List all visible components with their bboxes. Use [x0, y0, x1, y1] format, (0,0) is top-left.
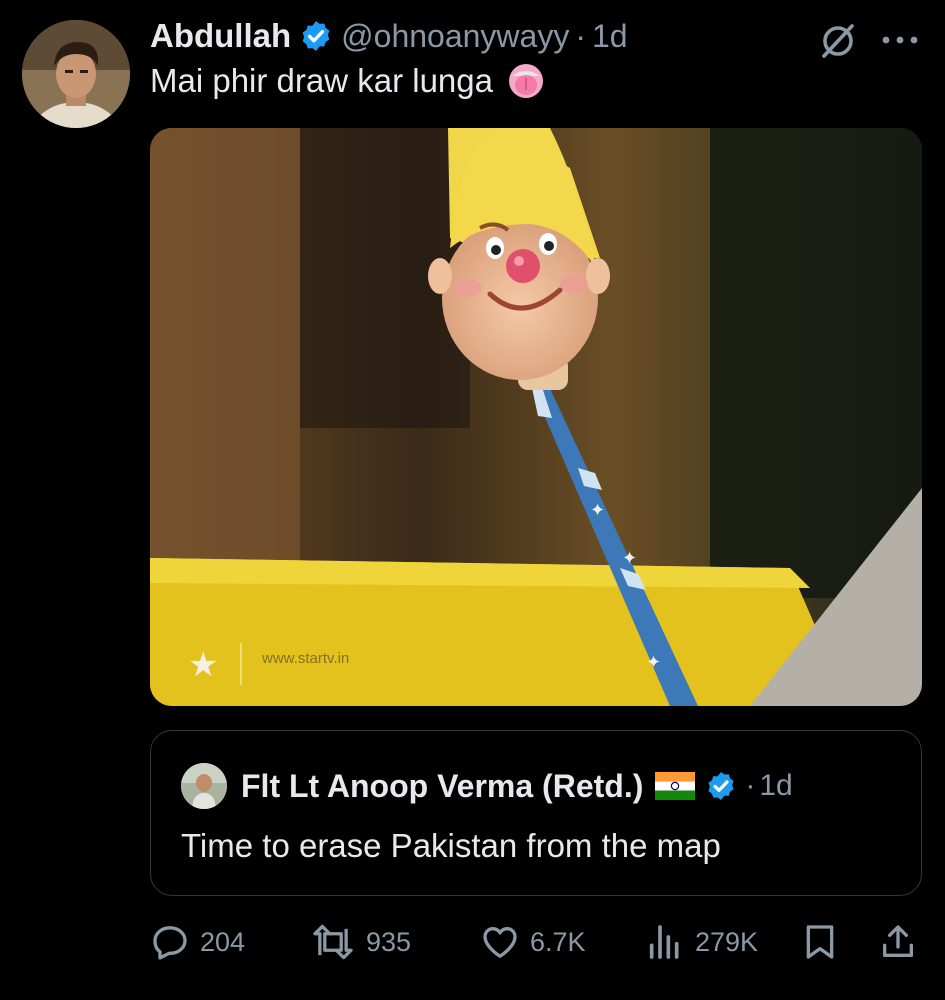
like-icon: [483, 927, 517, 958]
verified-badge-icon: [705, 770, 737, 802]
author-name[interactable]: Abdullah: [150, 17, 291, 55]
reply-count: 204: [200, 926, 246, 957]
reply-button[interactable]: 204: [150, 918, 245, 966]
india-flag-icon: [655, 772, 696, 800]
avatar[interactable]: [22, 20, 130, 128]
svg-text:★: ★: [188, 645, 218, 685]
media-image: ✦ ✦ ✦ ★: [150, 128, 922, 706]
separator-dot: ·: [575, 17, 586, 54]
svg-text:✦: ✦: [590, 500, 605, 521]
more-icon[interactable]: [880, 28, 920, 52]
tongue-emoji-icon: [507, 62, 545, 100]
quoted-tweet-text: Time to erase Pakistan from the map: [181, 827, 721, 864]
repost-icon: [313, 924, 353, 960]
author-handle[interactable]: @ohnoanywayy: [341, 18, 569, 55]
views-button[interactable]: 279K: [645, 918, 758, 966]
quoted-tweet-header: Flt Lt Anoop Verma (Retd.) · 1d: [181, 763, 793, 809]
views-count: 279K: [695, 926, 759, 957]
svg-text:✦: ✦: [622, 548, 637, 569]
tweet: Abdullah @ohnoanywayy · 1d Mai phir draw…: [0, 0, 945, 1000]
verified-badge-icon: [299, 19, 333, 53]
grok-icon[interactable]: [818, 20, 858, 60]
bookmark-icon: [806, 925, 834, 959]
like-count: 6.7K: [530, 926, 586, 957]
tweet-text-content: Mai phir draw kar lunga: [150, 62, 493, 99]
quoted-tweet[interactable]: Flt Lt Anoop Verma (Retd.) · 1d Time to …: [150, 730, 922, 896]
action-bar: 204 935 6.7K 279K: [150, 918, 922, 966]
svg-text:✦: ✦: [646, 652, 661, 673]
avatar-image: [22, 20, 130, 128]
quoted-author-name[interactable]: Flt Lt Anoop Verma (Retd.): [241, 768, 643, 805]
tweet-media[interactable]: ✦ ✦ ✦ ★: [150, 128, 922, 706]
timestamp[interactable]: 1d: [592, 18, 628, 55]
quoted-timestamp[interactable]: 1d: [759, 769, 792, 803]
like-button[interactable]: 6.7K: [480, 918, 586, 966]
separator-dot: ·: [745, 769, 756, 802]
tweet-header: Abdullah @ohnoanywayy · 1d: [150, 14, 628, 58]
quoted-avatar[interactable]: [181, 763, 227, 809]
bookmark-button[interactable]: [800, 918, 850, 966]
share-icon: [883, 925, 913, 957]
repost-count: 935: [366, 926, 412, 957]
share-button[interactable]: [878, 918, 928, 966]
tweet-text: Mai phir draw kar lunga: [150, 62, 545, 100]
repost-button[interactable]: 935: [310, 918, 411, 966]
media-watermark: www.startv.in: [262, 650, 350, 667]
reply-icon: [153, 926, 187, 960]
views-icon: [649, 925, 679, 959]
